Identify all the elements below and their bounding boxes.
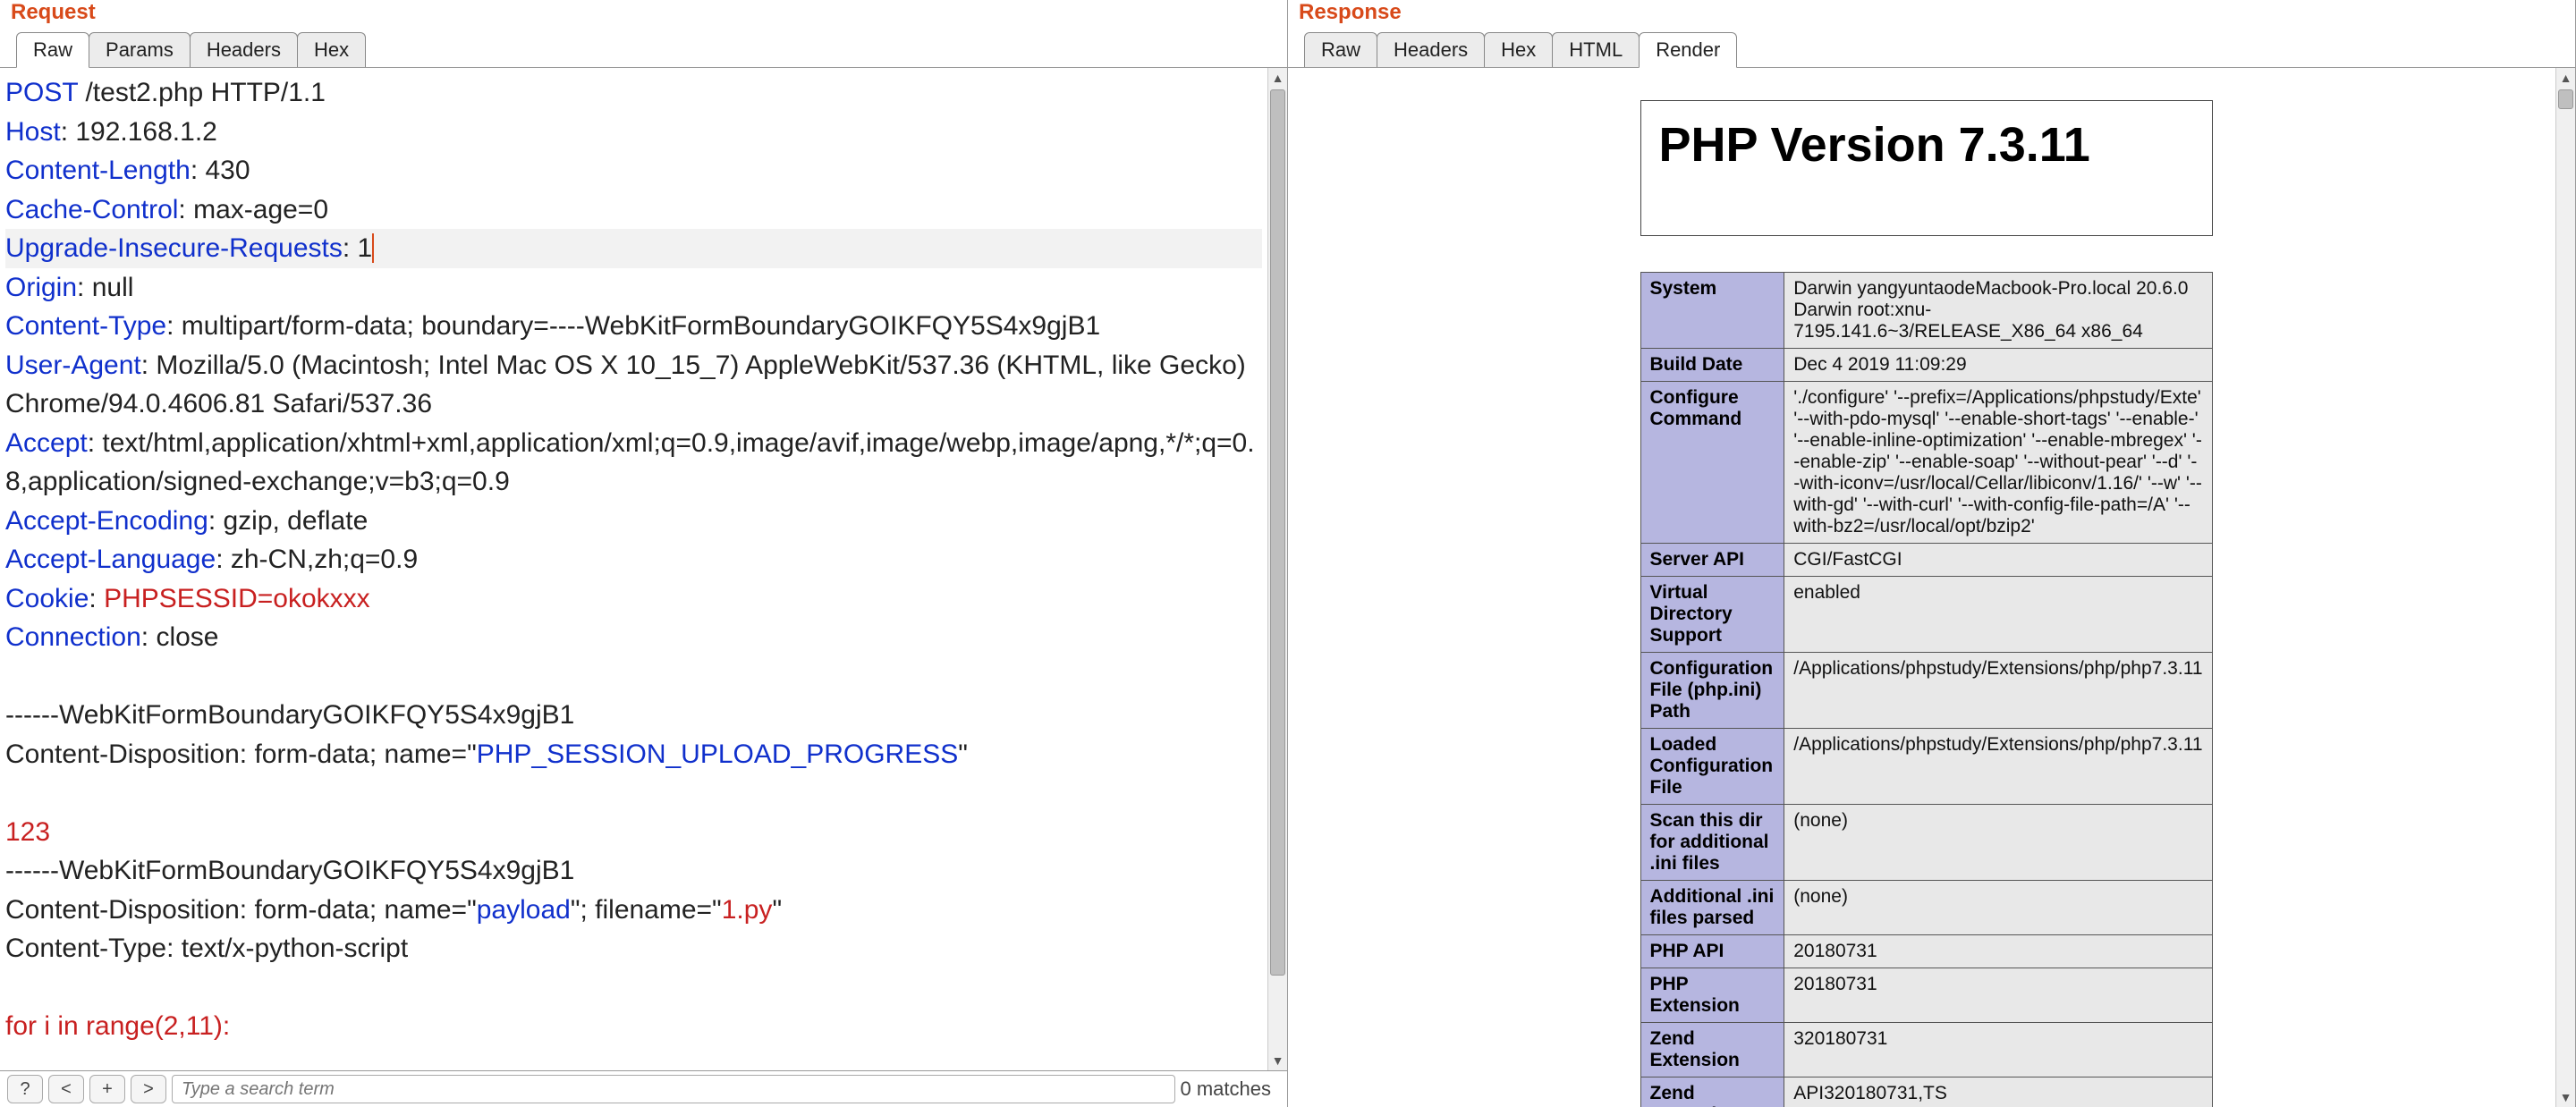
table-row: Build DateDec 4 2019 11:09:29 <box>1640 349 2212 382</box>
scroll-thumb[interactable] <box>2558 89 2573 109</box>
info-key: Loaded Configuration File <box>1640 729 1784 805</box>
response-render-view[interactable]: PHP Version 7.3.11 SystemDarwin yangyunt… <box>1288 68 2555 1107</box>
request-content: POST /test2.php HTTP/1.1Host: 192.168.1.… <box>0 68 1287 1070</box>
search-next-button[interactable]: > <box>131 1075 166 1103</box>
search-add-button[interactable]: + <box>89 1075 125 1103</box>
request-scrollbar[interactable]: ▲ ▼ <box>1267 68 1287 1070</box>
info-value: CGI/FastCGI <box>1784 544 2212 577</box>
phpinfo-table: SystemDarwin yangyuntaodeMacbook-Pro.loc… <box>1640 272 2213 1107</box>
info-value: Darwin yangyuntaodeMacbook-Pro.local 20.… <box>1784 273 2212 349</box>
response-panel: Response RawHeadersHexHTMLRender PHP Ver… <box>1288 0 2576 1107</box>
info-value: (none) <box>1784 881 2212 935</box>
tab-hex[interactable]: Hex <box>1484 32 1553 67</box>
search-prev-button[interactable]: < <box>48 1075 84 1103</box>
info-key: PHP Extension <box>1640 968 1784 1023</box>
tab-raw[interactable]: Raw <box>1304 32 1377 67</box>
table-row: Server APICGI/FastCGI <box>1640 544 2212 577</box>
info-key: Configure Command <box>1640 382 1784 544</box>
table-row: Scan this dir for additional .ini files(… <box>1640 805 2212 881</box>
table-row: SystemDarwin yangyuntaodeMacbook-Pro.loc… <box>1640 273 2212 349</box>
info-value: enabled <box>1784 577 2212 653</box>
table-row: Virtual Directory Supportenabled <box>1640 577 2212 653</box>
scroll-up-icon[interactable]: ▲ <box>2556 68 2575 88</box>
request-tab-bar: RawParamsHeadersHex <box>0 32 1287 68</box>
response-tab-bar: RawHeadersHexHTMLRender <box>1288 32 2575 68</box>
tab-render[interactable]: Render <box>1639 32 1737 68</box>
info-value: API320180731,TS <box>1784 1077 2212 1107</box>
php-version-banner: PHP Version 7.3.11 <box>1640 100 2213 236</box>
info-value: /Applications/phpstudy/Extensions/php/ph… <box>1784 729 2212 805</box>
request-search-bar: ? < + > 0 matches <box>0 1070 1287 1107</box>
info-value: (none) <box>1784 805 2212 881</box>
table-row: Configure Command'./configure' '--prefix… <box>1640 382 2212 544</box>
info-key: Scan this dir for additional .ini files <box>1640 805 1784 881</box>
request-raw-editor[interactable]: POST /test2.php HTTP/1.1Host: 192.168.1.… <box>0 68 1267 1070</box>
table-row: Additional .ini files parsed(none) <box>1640 881 2212 935</box>
info-key: Configuration File (php.ini) Path <box>1640 653 1784 729</box>
tab-hex[interactable]: Hex <box>297 32 366 67</box>
table-row: Loaded Configuration File/Applications/p… <box>1640 729 2212 805</box>
scroll-up-icon[interactable]: ▲ <box>1268 68 1287 88</box>
info-value: /Applications/phpstudy/Extensions/php/ph… <box>1784 653 2212 729</box>
php-version-heading: PHP Version 7.3.11 <box>1659 117 2194 173</box>
info-key: Build Date <box>1640 349 1784 382</box>
tab-params[interactable]: Params <box>89 32 191 67</box>
table-row: Zend Extension320180731 <box>1640 1023 2212 1077</box>
scroll-down-icon[interactable]: ▼ <box>1268 1051 1287 1070</box>
tab-raw[interactable]: Raw <box>16 32 89 68</box>
info-key: PHP API <box>1640 935 1784 968</box>
table-row: PHP Extension20180731 <box>1640 968 2212 1023</box>
tab-headers[interactable]: Headers <box>190 32 298 67</box>
response-content: PHP Version 7.3.11 SystemDarwin yangyunt… <box>1288 68 2575 1107</box>
search-input[interactable] <box>172 1075 1175 1103</box>
table-row: Zend Extension BuildAPI320180731,TS <box>1640 1077 2212 1107</box>
response-title: Response <box>1288 0 2575 32</box>
info-value: 320180731 <box>1784 1023 2212 1077</box>
tab-html[interactable]: HTML <box>1552 32 1640 67</box>
tab-headers[interactable]: Headers <box>1377 32 1485 67</box>
scroll-thumb[interactable] <box>1270 89 1285 976</box>
scroll-down-icon[interactable]: ▼ <box>2556 1087 2575 1107</box>
table-row: PHP API20180731 <box>1640 935 2212 968</box>
search-match-count: 0 matches <box>1181 1077 1281 1101</box>
request-panel: Request RawParamsHeadersHex POST /test2.… <box>0 0 1288 1107</box>
info-key: Zend Extension Build <box>1640 1077 1784 1107</box>
info-key: Additional .ini files parsed <box>1640 881 1784 935</box>
info-value: 20180731 <box>1784 968 2212 1023</box>
info-key: Virtual Directory Support <box>1640 577 1784 653</box>
request-title: Request <box>0 0 1287 32</box>
info-value: Dec 4 2019 11:09:29 <box>1784 349 2212 382</box>
response-scrollbar[interactable]: ▲ ▼ <box>2555 68 2575 1107</box>
search-help-button[interactable]: ? <box>7 1075 43 1103</box>
info-key: Zend Extension <box>1640 1023 1784 1077</box>
info-value: './configure' '--prefix=/Applications/ph… <box>1784 382 2212 544</box>
info-key: System <box>1640 273 1784 349</box>
table-row: Configuration File (php.ini) Path/Applic… <box>1640 653 2212 729</box>
info-key: Server API <box>1640 544 1784 577</box>
info-value: 20180731 <box>1784 935 2212 968</box>
